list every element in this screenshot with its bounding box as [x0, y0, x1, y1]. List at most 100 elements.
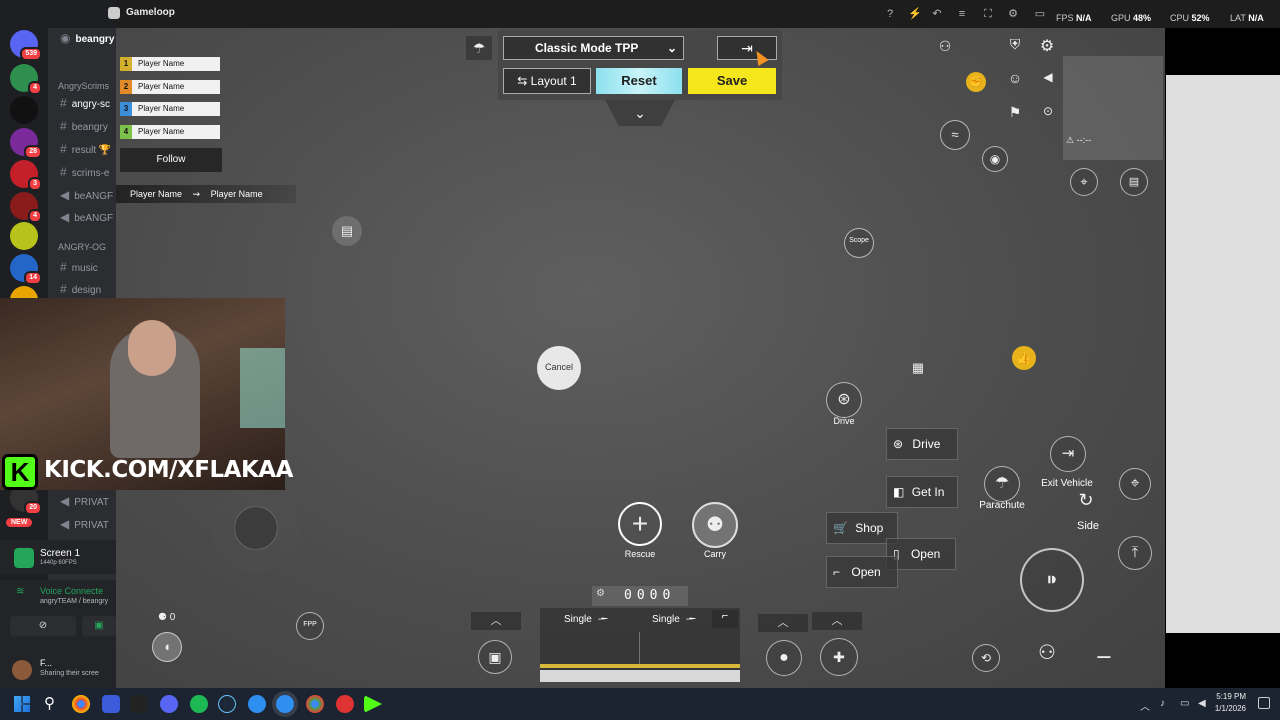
pistol-icon[interactable]: ⌐ — [712, 610, 738, 628]
vehicle-horn-icon[interactable]: ≈ — [940, 120, 970, 150]
gear-icon[interactable]: ⚙ — [1036, 36, 1058, 58]
rescue-button[interactable]: + — [618, 502, 662, 546]
player-slot[interactable]: 1 Player Name — [120, 57, 220, 71]
open-button[interactable]: ⌐ Open — [826, 556, 898, 588]
backpack-icon[interactable]: ▣ — [478, 640, 512, 674]
exit-layout-button[interactable]: ⇥ — [717, 36, 777, 60]
server-icon[interactable]: 4 — [10, 192, 42, 223]
prone-icon[interactable]: ⚊ — [1084, 642, 1124, 670]
minimize-icon[interactable]: ▭ — [1034, 8, 1046, 20]
chat-icon[interactable]: ▤ — [1120, 168, 1148, 196]
player-slot[interactable]: 2 Player Name — [120, 80, 220, 94]
start-icon[interactable] — [14, 696, 30, 712]
peek-icon[interactable]: ▤ — [332, 216, 362, 246]
player-slot[interactable]: 3 Player Name — [120, 102, 220, 116]
server-icon[interactable]: 4 — [10, 64, 42, 95]
channel-item[interactable]: # angry-sc — [60, 96, 110, 110]
voice-status[interactable]: Voice Connecte — [40, 586, 103, 596]
channel-item[interactable]: # scrims-e — [60, 165, 109, 179]
microphone-icon[interactable]: ⊙ — [1038, 104, 1058, 124]
jump-icon[interactable]: ⤒ — [1118, 536, 1152, 570]
player-slot[interactable]: 4 Player Name — [120, 125, 220, 139]
kick-icon[interactable] — [364, 695, 382, 713]
parachute-small-icon[interactable]: ☂ — [466, 36, 492, 60]
mode-dropdown[interactable]: Classic Mode TPP ⌄ — [503, 36, 684, 60]
channel-item[interactable]: ◀ PRIVAT — [60, 517, 109, 531]
channel-item[interactable]: ◉ beangry — [60, 31, 114, 45]
chevron-up-icon[interactable]: ︿ — [471, 612, 521, 630]
settings-icon[interactable]: ⚙ — [1007, 8, 1019, 20]
joystick[interactable] — [212, 484, 300, 572]
volume-icon[interactable]: ◀ — [1198, 698, 1206, 709]
follow-button[interactable]: Follow — [120, 148, 222, 172]
category-header[interactable]: AngryScrims — [58, 81, 109, 91]
rotate-icon[interactable]: ↻ — [1072, 490, 1100, 518]
heal-icon[interactable]: ✚ — [820, 638, 858, 676]
sprint-icon[interactable]: ⚑ — [1004, 104, 1026, 126]
exit-vehicle-button[interactable]: ⇥ — [1050, 436, 1086, 472]
chevron-up-icon[interactable]: ︿ — [812, 612, 862, 630]
microphone-icon[interactable]: ♪ — [1160, 698, 1165, 709]
channel-item[interactable]: # result 🏆 — [60, 142, 111, 156]
gameloop-active-icon[interactable] — [276, 695, 294, 713]
discord-icon[interactable] — [160, 695, 178, 713]
gameloop-icon[interactable] — [248, 695, 266, 713]
display-icon[interactable]: ▭ — [1180, 698, 1189, 709]
server-icon[interactable]: 28 — [10, 128, 42, 159]
screen-share-button[interactable]: ▣ — [82, 616, 116, 636]
server-icon[interactable]: 14 — [10, 254, 42, 285]
map-marker-icon[interactable]: ⌖ — [1070, 168, 1098, 196]
shield-icon[interactable]: ⛨ — [1004, 36, 1026, 58]
drive-wheel-button[interactable]: ⊛ — [826, 382, 862, 418]
speaker-icon[interactable]: ◀ — [1038, 70, 1058, 90]
category-header[interactable]: ANGRY-OG — [58, 242, 106, 252]
chrome-icon[interactable] — [306, 695, 324, 713]
fire-button[interactable]: ⁍ — [1020, 548, 1084, 612]
channel-item[interactable]: # design — [60, 282, 101, 296]
thumbs-up-icon[interactable]: 👍 — [1012, 346, 1036, 370]
throwable-button[interactable]: ◖ — [152, 632, 182, 662]
spotify-icon[interactable] — [190, 695, 208, 713]
joystick-knob[interactable] — [234, 506, 278, 550]
tray-expand-icon[interactable]: ︿ — [1140, 698, 1150, 713]
expand-chevron-icon[interactable]: ⌄ — [605, 100, 675, 126]
parachute-button[interactable]: ☂ — [984, 466, 1020, 502]
channel-item[interactable]: ◀ beANGF — [60, 188, 113, 202]
server-icon-discord[interactable]: 539 — [10, 30, 42, 61]
boost-icon[interactable]: ⚡ — [908, 8, 922, 20]
get-in-button[interactable]: ◧ Get In — [886, 476, 958, 508]
steam-icon[interactable] — [218, 695, 236, 713]
help-icon[interactable]: ? — [884, 8, 896, 20]
crouch-icon[interactable]: ⚇ — [1032, 640, 1062, 670]
fullscreen-icon[interactable]: ⛶ — [982, 8, 994, 20]
carry-button[interactable]: ⚉ — [692, 502, 738, 548]
channel-item[interactable]: # music — [60, 260, 98, 274]
fpp-toggle[interactable]: FPP — [296, 612, 324, 640]
camera-off-button[interactable]: ⊘ — [10, 616, 76, 636]
weapon-slots[interactable]: Single -╾ Single -╾ — [540, 608, 740, 682]
save-button[interactable]: Save — [688, 68, 776, 94]
cancel-button[interactable]: Cancel — [537, 346, 581, 390]
reset-button[interactable]: Reset — [596, 68, 682, 94]
emote-icon[interactable]: ☺ — [1004, 70, 1026, 92]
crosshair-icon[interactable]: ⌖ — [1119, 468, 1151, 500]
app-icon[interactable] — [102, 695, 120, 713]
notification-icon[interactable] — [1258, 697, 1270, 709]
grenade-icon[interactable]: ● — [766, 640, 802, 676]
channel-item[interactable]: ◀ PRIVAT — [60, 494, 109, 508]
scope-button[interactable]: Scope — [844, 228, 874, 258]
server-icon[interactable] — [10, 222, 38, 250]
back-icon[interactable]: ↶ — [931, 8, 943, 20]
clock[interactable]: 5:19 PM 1/1/2026 — [1215, 691, 1246, 715]
drive-button[interactable]: ⊛ Drive — [886, 428, 958, 460]
server-icon-ninja[interactable] — [10, 96, 38, 124]
chevron-up-icon[interactable]: ︿ — [758, 614, 808, 632]
user-panel[interactable]: F... Sharing their scree — [0, 652, 116, 688]
screen-share-panel[interactable]: Screen 1 1440p 60FPS — [0, 540, 116, 574]
search-icon[interactable]: ⚲ — [44, 695, 62, 713]
channel-item[interactable]: ◀ beANGF — [60, 210, 113, 224]
strength-icon[interactable]: ✊ — [966, 72, 986, 92]
server-icon[interactable]: 3 — [10, 160, 42, 191]
chrome-icon[interactable] — [72, 695, 90, 713]
menu-icon[interactable]: ≡ — [956, 8, 968, 20]
